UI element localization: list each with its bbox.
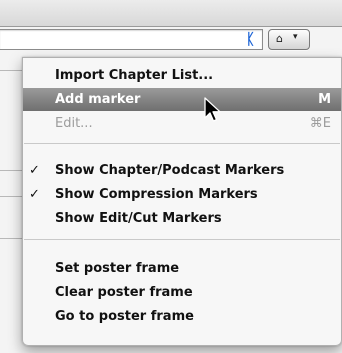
- marker-menu: Import Chapter List... Add marker M Edit…: [22, 57, 342, 346]
- track-divider: [0, 70, 22, 71]
- menu-item-edit[interactable]: Edit... ⌘E: [23, 112, 341, 135]
- menu-item-go-to-poster-frame[interactable]: Go to poster frame: [23, 305, 341, 328]
- shortcut-label: M: [318, 92, 331, 107]
- menu-item-show-edit-cut-markers[interactable]: Show Edit/Cut Markers: [23, 207, 341, 230]
- marker-timeline-field[interactable]: [0, 29, 263, 50]
- shortcut-label: ⌘E: [309, 116, 331, 131]
- menu-item-clear-poster-frame[interactable]: Clear poster frame: [23, 281, 341, 304]
- chevron-down-icon: ▾: [293, 32, 298, 42]
- menu-item-set-poster-frame[interactable]: Set poster frame: [23, 257, 341, 280]
- checkmark-icon: ✓: [29, 163, 40, 178]
- window-toolbar: [0, 0, 342, 27]
- marker-popup-button[interactable]: ⌂ ▾: [268, 29, 310, 50]
- menu-item-show-compression-markers[interactable]: ✓ Show Compression Markers: [23, 183, 341, 206]
- track-divider: [0, 196, 22, 197]
- menu-separator: [24, 239, 340, 240]
- mouse-pointer-icon: [204, 97, 221, 122]
- track-divider: [0, 238, 22, 239]
- house-marker-icon: ⌂: [276, 32, 283, 45]
- marker-pin-icon[interactable]: ᛕ: [246, 31, 260, 47]
- checkmark-icon: ✓: [29, 187, 40, 202]
- menu-item-show-chapter-podcast-markers[interactable]: ✓ Show Chapter/Podcast Markers: [23, 159, 341, 182]
- menu-item-add-marker[interactable]: Add marker M: [23, 88, 341, 111]
- menu-separator: [24, 143, 340, 144]
- menu-item-import-chapter-list[interactable]: Import Chapter List...: [23, 64, 341, 87]
- track-divider: [0, 170, 22, 171]
